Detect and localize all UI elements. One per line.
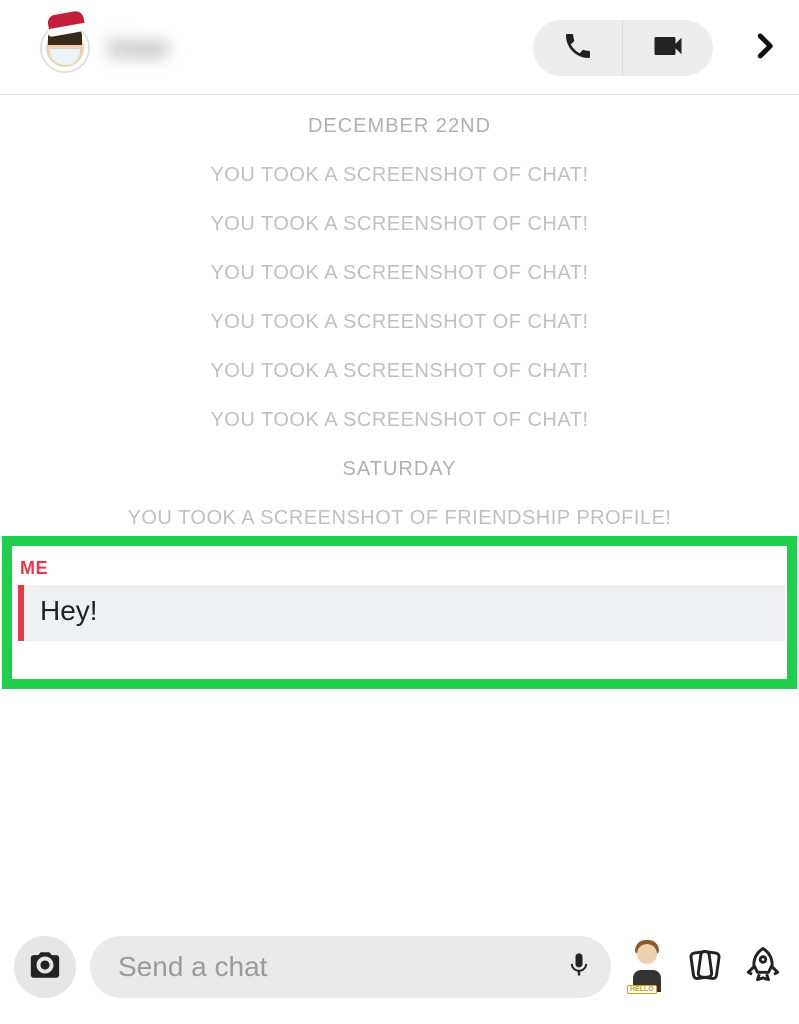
bitmoji-icon: HELLO	[625, 942, 669, 992]
chevron-right-icon	[749, 53, 779, 70]
system-message: YOU TOOK A SCREENSHOT OF CHAT!	[0, 164, 799, 187]
rocket-button[interactable]	[741, 943, 785, 992]
contact-username[interactable]: User	[108, 32, 208, 64]
cards-icon	[683, 943, 727, 992]
bitmoji-sticker-button[interactable]: HELLO	[625, 942, 669, 992]
chat-body: DECEMBER 22ND YOU TOOK A SCREENSHOT OF C…	[0, 95, 799, 689]
rocket-icon	[741, 943, 785, 992]
date-divider: DECEMBER 22ND	[0, 115, 799, 138]
chat-header: User	[0, 0, 799, 95]
phone-icon	[562, 30, 594, 67]
chat-details-button[interactable]	[749, 26, 779, 71]
message-sender-label: ME	[20, 558, 785, 579]
voice-call-button[interactable]	[533, 20, 623, 76]
system-message: YOU TOOK A SCREENSHOT OF CHAT!	[0, 213, 799, 236]
date-divider: SATURDAY	[0, 458, 799, 481]
chat-input[interactable]	[118, 951, 565, 983]
system-message: YOU TOOK A SCREENSHOT OF CHAT!	[0, 262, 799, 285]
highlighted-message-box: ME Hey!	[2, 536, 797, 689]
chat-input-container	[90, 936, 611, 998]
chat-footer: HELLO	[0, 918, 799, 1024]
microphone-icon[interactable]	[565, 947, 593, 988]
call-buttons-group	[533, 20, 713, 76]
contact-avatar[interactable]	[40, 23, 90, 73]
system-message: YOU TOOK A SCREENSHOT OF CHAT!	[0, 409, 799, 432]
message-text: Hey!	[24, 585, 98, 641]
message-row[interactable]: Hey!	[18, 585, 785, 641]
system-message: YOU TOOK A SCREENSHOT OF CHAT!	[0, 311, 799, 334]
video-call-button[interactable]	[623, 20, 713, 76]
camera-button[interactable]	[14, 936, 76, 998]
video-icon	[650, 28, 686, 69]
system-message: YOU TOOK A SCREENSHOT OF CHAT!	[0, 360, 799, 383]
memories-button[interactable]	[683, 943, 727, 992]
system-message: YOU TOOK A SCREENSHOT OF FRIENDSHIP PROF…	[0, 507, 799, 530]
camera-icon	[28, 948, 62, 987]
